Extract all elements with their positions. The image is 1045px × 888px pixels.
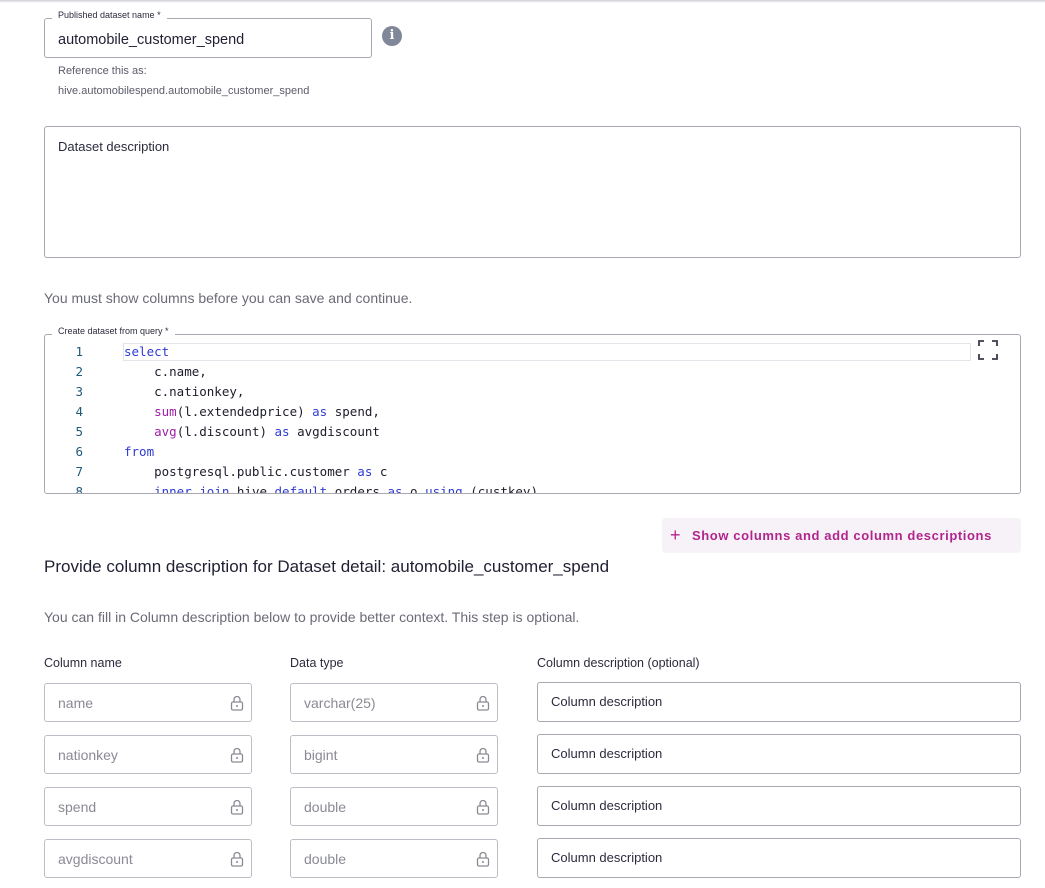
code-text: select	[124, 344, 170, 359]
query-label: Create dataset from query *	[52, 326, 175, 337]
code-text: c.name,	[124, 364, 207, 379]
lock-icon	[476, 851, 490, 867]
column-name-field: avgdiscount	[44, 839, 252, 878]
column-description-placeholder: Column description	[551, 798, 663, 813]
column-name-value: spend	[58, 799, 97, 815]
code-line[interactable]: 1 select	[45, 342, 1015, 362]
code-line[interactable]: 5 avg(l.discount) as avgdiscount	[45, 422, 1015, 442]
column-section-subtitle: You can fill in Column description below…	[44, 609, 580, 625]
column-description-input[interactable]: Column description	[537, 786, 1021, 826]
lock-icon	[230, 695, 244, 711]
column-section-title: Provide column description for Dataset d…	[44, 557, 610, 576]
line-number: 1	[75, 344, 83, 359]
show-columns-warning: You must show columns before you can sav…	[44, 290, 413, 306]
data-type-value: bigint	[304, 747, 338, 763]
data-type-field: double	[290, 787, 498, 826]
line-number: 6	[75, 444, 83, 459]
code-text: c.nationkey,	[124, 384, 245, 399]
dataset-name-value: automobile_customer_spend	[58, 32, 245, 48]
lock-icon	[230, 851, 244, 867]
top-shadow	[0, 0, 1045, 3]
data-type-value: double	[304, 851, 347, 867]
lock-icon	[476, 747, 490, 763]
column-name-field: spend	[44, 787, 252, 826]
column-name-value: nationkey	[58, 747, 118, 763]
code-text: postgresql.public.customer as c	[124, 464, 388, 479]
code-text: avg(l.discount) as avgdiscount	[154, 424, 380, 439]
column-name-header: Column name	[44, 656, 122, 670]
column-name-value: avgdiscount	[58, 851, 133, 867]
reference-value: hive.automobilespend.automobile_customer…	[58, 85, 310, 97]
column-description-header: Column description (optional)	[537, 656, 700, 670]
code-text: inner join hive.default.orders as o usin…	[154, 484, 538, 494]
column-description-placeholder: Column description	[551, 850, 663, 865]
column-name-field: name	[44, 683, 252, 722]
column-description-input[interactable]: Column description	[537, 682, 1021, 722]
code-line[interactable]: 6 from	[45, 442, 1015, 462]
query-editor[interactable]: 1 select 2 c.name, 3 c.nationkey, 4 sum(l.ex…	[44, 334, 1021, 494]
data-type-field: bigint	[290, 735, 498, 774]
reference-label: Reference this as:	[58, 65, 147, 77]
code-line[interactable]: 3 c.nationkey,	[45, 382, 1015, 402]
show-columns-label: Show columns and add column descriptions	[692, 528, 992, 543]
data-type-value: double	[304, 799, 347, 815]
dataset-name-label: Published dataset name *	[52, 10, 167, 21]
dataset-description-placeholder: Dataset description	[58, 139, 170, 154]
line-number: 7	[75, 464, 83, 479]
plus-icon: +	[670, 525, 682, 545]
dataset-name-field[interactable]: automobile_customer_spend	[44, 18, 372, 58]
column-name-value: name	[58, 695, 94, 711]
lock-icon	[476, 695, 490, 711]
line-number: 3	[75, 384, 83, 399]
info-icon[interactable]: i	[382, 26, 402, 46]
lock-icon	[476, 799, 490, 815]
code-line[interactable]: 7 postgresql.public.customer as c	[45, 462, 1015, 482]
line-number: 8	[75, 484, 83, 494]
column-name-field: nationkey	[44, 735, 252, 774]
line-number: 4	[75, 404, 83, 419]
data-type-value: varchar(25)	[304, 695, 376, 711]
code-line[interactable]: 4 sum(l.extendedprice) as spend,	[45, 402, 1015, 422]
data-type-field: varchar(25)	[290, 683, 498, 722]
code-line[interactable]: 8 inner join hive.default.orders as o us…	[45, 482, 1015, 494]
data-type-field: double	[290, 839, 498, 878]
code-text: sum(l.extendedprice) as spend,	[154, 404, 380, 419]
column-description-input[interactable]: Column description	[537, 838, 1021, 878]
fullscreen-icon[interactable]	[978, 340, 998, 360]
column-description-placeholder: Column description	[551, 694, 663, 709]
code-line[interactable]: 2 c.name,	[45, 362, 1015, 382]
lock-icon	[230, 799, 244, 815]
data-type-header: Data type	[290, 656, 344, 670]
column-description-placeholder: Column description	[551, 746, 663, 761]
column-description-input[interactable]: Column description	[537, 734, 1021, 774]
show-columns-button[interactable]: + Show columns and add column descriptio…	[662, 518, 1021, 553]
code-text: from	[124, 444, 155, 459]
line-number: 5	[75, 424, 83, 439]
line-number: 2	[75, 364, 83, 379]
dataset-description-field[interactable]: Dataset description	[44, 126, 1021, 258]
lock-icon	[230, 747, 244, 763]
